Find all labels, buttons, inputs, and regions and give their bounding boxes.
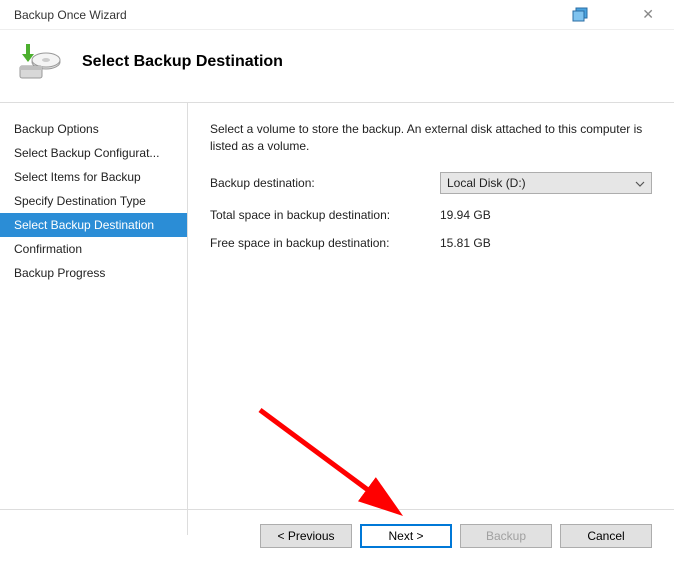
wizard-content: Select a volume to store the backup. An … <box>188 103 674 535</box>
total-space-label: Total space in backup destination: <box>210 208 440 222</box>
next-button[interactable]: Next > <box>360 524 452 548</box>
free-space-value: 15.81 GB <box>440 236 491 250</box>
sidebar-item-backup-options[interactable]: Backup Options <box>0 117 187 141</box>
titlebar: Backup Once Wizard ✕ <box>0 0 674 30</box>
backup-button: Backup <box>460 524 552 548</box>
restore-window-icon[interactable] <box>572 7 590 23</box>
instruction-text: Select a volume to store the backup. An … <box>210 121 652 156</box>
destination-value: Local Disk (D:) <box>447 176 526 190</box>
page-title: Select Backup Destination <box>82 53 283 71</box>
free-space-row: Free space in backup destination: 15.81 … <box>210 236 652 250</box>
sidebar-item-select-items[interactable]: Select Items for Backup <box>0 165 187 189</box>
wizard-footer: < Previous Next > Backup Cancel <box>0 509 674 561</box>
close-icon[interactable]: ✕ <box>630 2 666 27</box>
free-space-label: Free space in backup destination: <box>210 236 440 250</box>
destination-label: Backup destination: <box>210 176 440 190</box>
sidebar-item-select-configuration[interactable]: Select Backup Configurat... <box>0 141 187 165</box>
sidebar-item-backup-progress[interactable]: Backup Progress <box>0 261 187 285</box>
wizard-header: Select Backup Destination <box>0 30 674 103</box>
cancel-button[interactable]: Cancel <box>560 524 652 548</box>
destination-row: Backup destination: Local Disk (D:) <box>210 172 652 194</box>
wizard-body: Backup Options Select Backup Configurat.… <box>0 103 674 535</box>
backup-wizard-icon <box>18 40 62 84</box>
total-space-value: 19.94 GB <box>440 208 491 222</box>
window-title: Backup Once Wizard <box>8 8 572 22</box>
wizard-steps-sidebar: Backup Options Select Backup Configurat.… <box>0 103 188 535</box>
chevron-down-icon <box>635 176 645 190</box>
sidebar-item-confirmation[interactable]: Confirmation <box>0 237 187 261</box>
total-space-row: Total space in backup destination: 19.94… <box>210 208 652 222</box>
sidebar-item-select-destination[interactable]: Select Backup Destination <box>0 213 187 237</box>
sidebar-item-destination-type[interactable]: Specify Destination Type <box>0 189 187 213</box>
previous-button[interactable]: < Previous <box>260 524 352 548</box>
destination-combobox[interactable]: Local Disk (D:) <box>440 172 652 194</box>
